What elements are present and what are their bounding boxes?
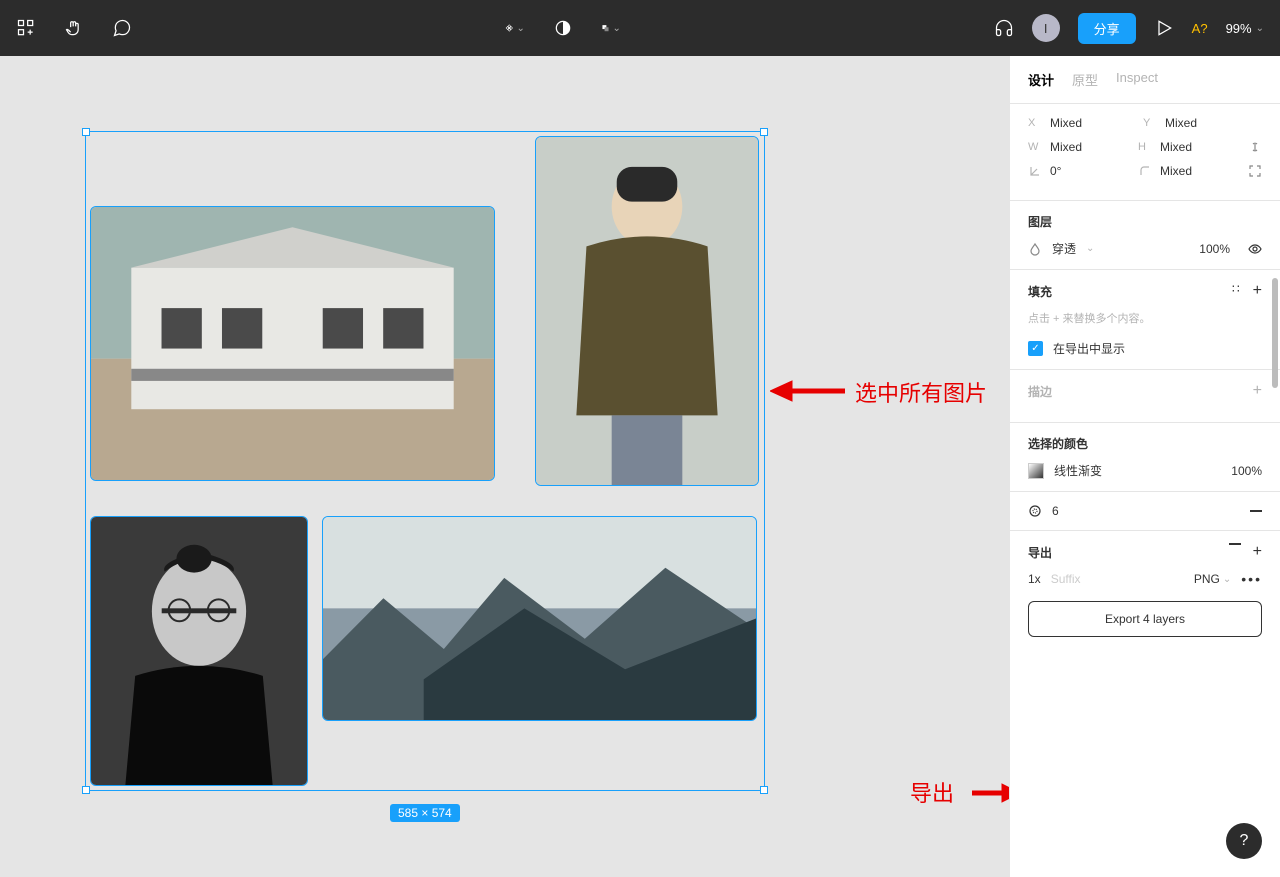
opacity-input[interactable]: 100% (1199, 242, 1230, 256)
y-input[interactable]: Mixed (1165, 116, 1197, 130)
h-input[interactable]: Mixed (1160, 140, 1192, 154)
w-label: W (1028, 141, 1042, 153)
resize-handle[interactable] (82, 128, 90, 136)
checkbox-label: 在导出中显示 (1053, 340, 1125, 357)
styles-icon[interactable]: ∷ (1232, 282, 1241, 300)
w-input[interactable]: Mixed (1050, 140, 1082, 154)
hand-icon[interactable] (64, 18, 84, 38)
remove-export-button[interactable] (1229, 543, 1241, 545)
export-suffix-input[interactable]: Suffix (1051, 572, 1184, 586)
share-button[interactable]: 分享 (1078, 13, 1136, 44)
rotation-input[interactable]: 0° (1050, 164, 1061, 178)
export-settings-icon[interactable]: ••• (1241, 571, 1262, 587)
boolean-icon[interactable]: ⌄ (601, 18, 621, 38)
x-input[interactable]: Mixed (1050, 116, 1082, 130)
h-label: H (1138, 141, 1152, 153)
components-icon[interactable] (16, 18, 36, 38)
resize-handle[interactable] (760, 128, 768, 136)
diamond-icon[interactable]: ⌄ (505, 18, 525, 38)
comment-icon[interactable] (112, 18, 132, 38)
canvas[interactable]: 585 × 574 选中所有图片 导出 (0, 56, 1009, 877)
export-section: 导出 + 1x Suffix PNG⌄ ••• Export 4 layers (1010, 531, 1280, 649)
export-button[interactable]: Export 4 layers (1028, 601, 1262, 637)
scrollbar-thumb[interactable] (1272, 278, 1278, 388)
selection-colors-title: 选择的颜色 (1028, 435, 1088, 452)
blend-mode-select[interactable]: 穿透 (1052, 240, 1076, 257)
top-toolbar: ⌄ ⌄ I 分享 A? 99%⌄ (0, 0, 1280, 56)
help-button[interactable]: ? (1226, 823, 1262, 859)
annotation-text: 导出 (910, 776, 954, 808)
image-frame[interactable] (535, 136, 759, 486)
export-format-select[interactable]: PNG⌄ (1194, 572, 1231, 586)
image-frame[interactable] (90, 516, 308, 786)
color-swatch[interactable] (1028, 463, 1044, 479)
layer-section: 图层 穿透 ⌄ 100% (1010, 201, 1280, 270)
dimension-badge: 585 × 574 (390, 804, 460, 822)
image-frame[interactable] (90, 206, 495, 481)
remove-effect-button[interactable] (1250, 510, 1262, 512)
export-title: 导出 (1028, 544, 1052, 561)
transform-section: XMixed YMixed WMixed HMixed 0° Mixed (1010, 104, 1280, 201)
stroke-title: 描边 (1028, 383, 1052, 400)
effects-icon (1028, 504, 1042, 518)
blend-icon (1028, 242, 1042, 256)
corner-input[interactable]: Mixed (1160, 164, 1192, 178)
add-stroke-button[interactable]: + (1253, 382, 1262, 400)
resize-handle[interactable] (760, 786, 768, 794)
y-label: Y (1143, 117, 1157, 129)
fill-section: 填充 ∷ + 点击 + 来替换多个内容。 ✓ 在导出中显示 (1010, 270, 1280, 370)
panel-tabs: 设计 原型 Inspect (1010, 56, 1280, 104)
missing-fonts-badge[interactable]: A? (1192, 21, 1208, 36)
image-frame[interactable] (322, 516, 757, 721)
add-fill-button[interactable]: + (1253, 282, 1262, 300)
effects-count: 6 (1052, 504, 1059, 518)
zoom-control[interactable]: 99%⌄ (1226, 21, 1264, 36)
stroke-section: 描边 + (1010, 370, 1280, 423)
resize-handle[interactable] (82, 786, 90, 794)
color-type: 线性渐变 (1054, 462, 1102, 479)
angle-icon (1028, 164, 1042, 178)
export-scale-select[interactable]: 1x (1028, 572, 1041, 586)
layer-title: 图层 (1028, 213, 1052, 230)
link-icon[interactable] (1248, 140, 1262, 154)
headphones-icon[interactable] (994, 18, 1014, 38)
tab-inspect[interactable]: Inspect (1116, 70, 1158, 89)
mask-icon[interactable] (553, 18, 573, 38)
tab-prototype[interactable]: 原型 (1072, 70, 1098, 89)
fill-hint: 点击 + 来替换多个内容。 (1028, 310, 1262, 326)
color-opacity[interactable]: 100% (1231, 464, 1262, 478)
selection-colors-section: 选择的颜色 线性渐变 100% (1010, 423, 1280, 492)
avatar[interactable]: I (1032, 14, 1060, 42)
tab-design[interactable]: 设计 (1028, 70, 1054, 89)
annotation-arrow-icon (770, 376, 845, 406)
annotation-text: 选中所有图片 (855, 376, 987, 408)
add-export-button[interactable]: + (1253, 543, 1262, 561)
eye-icon[interactable] (1248, 242, 1262, 256)
play-icon[interactable] (1154, 18, 1174, 38)
corner-icon (1138, 164, 1152, 178)
independent-corners-icon[interactable] (1248, 164, 1262, 178)
x-label: X (1028, 117, 1042, 129)
fill-title: 填充 (1028, 283, 1052, 300)
effects-section: 6 (1010, 492, 1280, 531)
show-in-export-checkbox[interactable]: ✓ (1028, 341, 1043, 356)
right-panel: 设计 原型 Inspect XMixed YMixed WMixed HMixe… (1009, 56, 1280, 877)
